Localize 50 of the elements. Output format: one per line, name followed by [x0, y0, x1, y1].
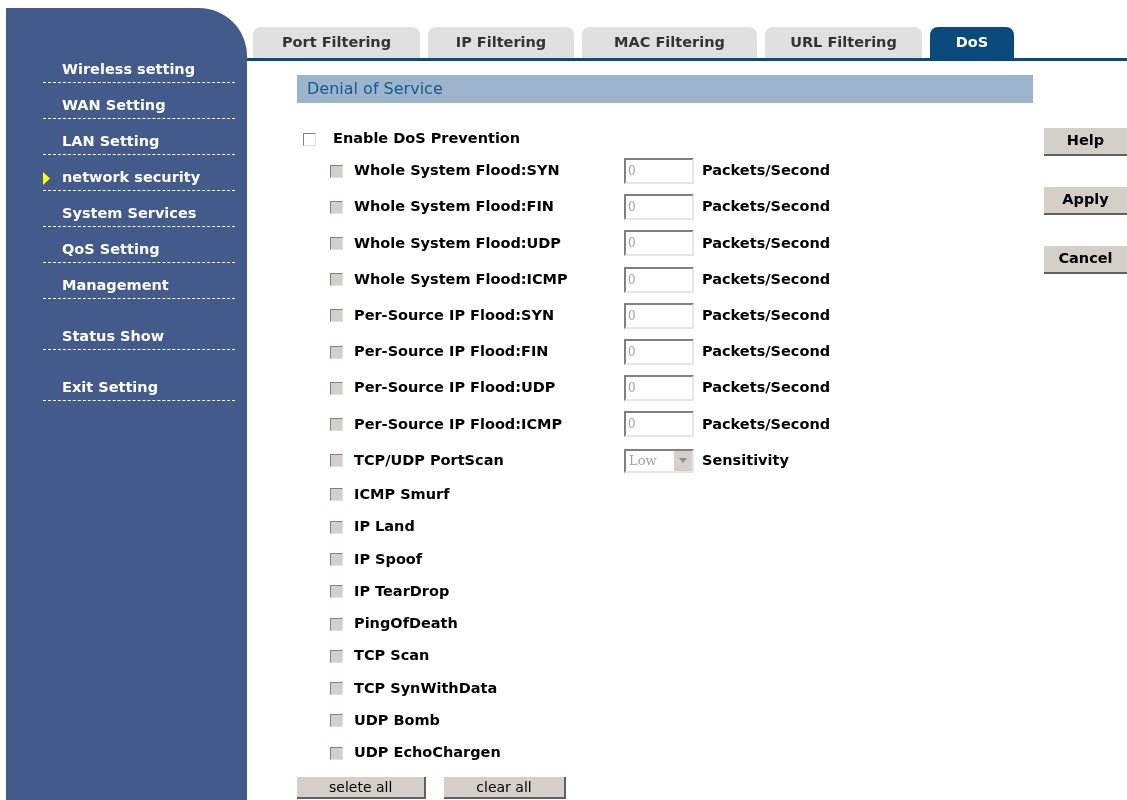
sidebar-item[interactable]: QoS Setting [43, 239, 235, 263]
tab[interactable]: URL Filtering [765, 27, 922, 58]
sidebar-item[interactable]: network security [43, 167, 235, 191]
unit-label: Packets/Second [702, 197, 831, 217]
checkbox-label: UDP Bomb [354, 711, 441, 731]
action-button[interactable]: selete all [297, 777, 427, 800]
side-button[interactable]: Help [1044, 128, 1127, 156]
sidebar-item[interactable]: Status Show [43, 326, 235, 350]
sidebar-item[interactable]: Exit Setting [43, 377, 235, 401]
checkbox-label: TCP SynWithData [354, 678, 499, 698]
sidebar-item[interactable]: System Services [43, 203, 235, 227]
tab[interactable]: Port Filtering [253, 27, 420, 58]
unit-label: Packets/Second [702, 233, 831, 253]
unit-label: Packets/Second [702, 161, 831, 181]
action-button[interactable]: clear all [444, 777, 566, 800]
sidebar-item[interactable]: LAN Setting [43, 131, 235, 155]
checkbox-label: IP Land [354, 517, 416, 537]
side-button[interactable]: Apply [1044, 187, 1127, 215]
sidebar-item[interactable]: Management [43, 275, 235, 299]
unit-label: Packets/Second [702, 342, 831, 362]
checkbox-label: PingOfDeath [354, 614, 459, 634]
unit-label: Packets/Second [702, 378, 831, 398]
checkbox[interactable] [303, 132, 316, 146]
sidebar-item[interactable]: WAN Setting [43, 95, 235, 119]
checkbox-label: IP Spoof [354, 549, 424, 569]
unit-label: Packets/Second [702, 305, 831, 325]
checkbox-label: Whole System Flood:FIN [354, 197, 555, 217]
unit-label: Packets/Second [702, 414, 831, 434]
checkbox-label: TCP/UDP PortScan [354, 450, 505, 470]
checkbox-label: Per-Source IP Flood:SYN [354, 305, 556, 325]
checkbox-label: Per-Source IP Flood:UDP [354, 378, 557, 398]
tab[interactable]: IP Filtering [428, 27, 574, 58]
checkbox-label: UDP EchoChargen [354, 743, 502, 763]
side-button[interactable]: Cancel [1044, 246, 1127, 274]
tab[interactable]: DoS [930, 27, 1014, 58]
checkbox-label: Per-Source IP Flood:FIN [354, 342, 550, 362]
tab[interactable]: MAC Filtering [582, 27, 757, 58]
unit-label: Sensitivity [702, 450, 789, 470]
checkbox-label: ICMP Smurf [354, 484, 451, 504]
section-title: Denial of Service [297, 75, 1033, 103]
checkbox-label: TCP Scan [354, 646, 431, 666]
unit-label: Packets/Second [702, 269, 831, 289]
sidebar-item[interactable]: Wireless setting [43, 59, 235, 83]
dropdown-arrow-icon [679, 458, 687, 464]
checkbox-label: Whole System Flood:UDP [354, 233, 562, 253]
checkbox-label: Per-Source IP Flood:ICMP [354, 414, 564, 434]
checkbox-label: IP TearDrop [354, 581, 451, 601]
checkbox-label: Enable DoS Prevention [333, 129, 521, 149]
checkbox-label: Whole System Flood:ICMP [354, 269, 569, 289]
checkbox-label: Whole System Flood:SYN [354, 161, 561, 181]
